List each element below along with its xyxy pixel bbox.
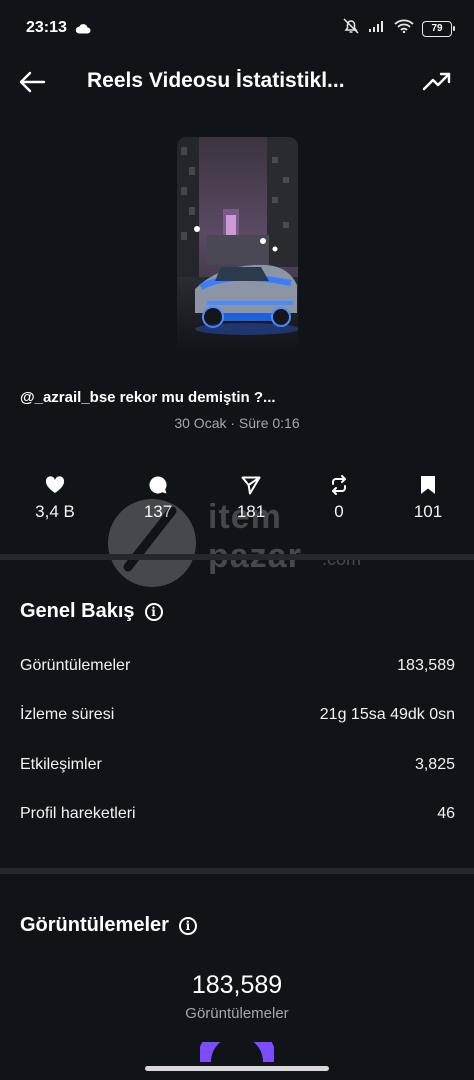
heart-icon: [15, 470, 95, 500]
overview-row-watch-time: İzleme süresi 21g 15sa 49dk 0sn: [20, 706, 455, 728]
overview-row-profile-activity: Profil hareketleri 46: [20, 805, 455, 827]
back-button[interactable]: [18, 68, 50, 96]
overview-row-label: İzleme süresi: [20, 706, 115, 723]
reel-thumbnail[interactable]: [177, 137, 298, 351]
reposts-value: 0: [334, 502, 344, 521]
section-divider: [0, 554, 474, 560]
reel-meta: 30 Ocak · Süre 0:16: [174, 415, 300, 431]
section-divider: [0, 868, 474, 874]
battery-icon: 79: [422, 20, 455, 37]
status-bar: 23:13 79: [0, 0, 474, 56]
views-section-title: Görüntülemeler i: [20, 914, 197, 937]
share-icon: [211, 470, 291, 500]
views-gauge: [200, 1042, 274, 1062]
overview-title-text: Genel Bakış: [20, 600, 135, 622]
overview-row-views: Görüntülemeler 183,589: [20, 657, 455, 679]
info-icon[interactable]: i: [178, 916, 197, 935]
saves-metric: 101: [388, 470, 468, 522]
silent-bell-icon: [342, 17, 360, 40]
bookmark-icon: [388, 470, 468, 500]
cloud-icon: [75, 21, 91, 39]
views-title-text: Görüntülemeler: [20, 914, 169, 936]
repost-icon: [299, 470, 379, 500]
header: Reels Videosu İstatistikl...: [0, 56, 474, 106]
comment-icon: [118, 470, 198, 500]
status-icons: 79: [342, 17, 455, 40]
comments-metric: 137: [118, 470, 198, 522]
arrow-left-icon: [19, 71, 46, 93]
home-indicator[interactable]: [145, 1066, 329, 1071]
trending-up-icon: [422, 72, 451, 91]
comments-value: 137: [143, 502, 173, 521]
trend-button[interactable]: [422, 70, 452, 94]
wifi-icon: [394, 19, 414, 38]
views-total: 183,589: [191, 971, 283, 999]
overview-row-value: 21g 15sa 49dk 0sn: [319, 706, 455, 723]
signal-icon: [368, 19, 386, 38]
info-icon[interactable]: i: [144, 602, 163, 621]
likes-metric: 3,4 B: [15, 470, 95, 522]
overview-row-label: Profil hareketleri: [20, 805, 136, 822]
overview-row-value: 46: [437, 805, 455, 822]
overview-row-value: 3,825: [414, 756, 455, 773]
overview-row-interactions: Etkileşimler 3,825: [20, 756, 455, 778]
overview-row-value: 183,589: [397, 657, 455, 674]
page-title: Reels Videosu İstatistikl...: [87, 69, 345, 92]
views-total-label: Görüntülemeler: [185, 1005, 289, 1022]
reposts-metric: 0: [299, 470, 379, 522]
saves-value: 101: [413, 502, 443, 521]
overview-row-label: Görüntülemeler: [20, 657, 131, 674]
reel-caption: @_azrail_bse rekor mu demiştin ?...: [20, 389, 276, 406]
likes-value: 3,4 B: [35, 502, 75, 521]
overview-section-title: Genel Bakış i: [20, 600, 163, 623]
status-time: 23:13: [26, 19, 67, 36]
battery-level: 79: [431, 23, 443, 34]
watermark-text-item: item: [208, 498, 282, 536]
overview-row-label: Etkileşimler: [20, 756, 102, 773]
